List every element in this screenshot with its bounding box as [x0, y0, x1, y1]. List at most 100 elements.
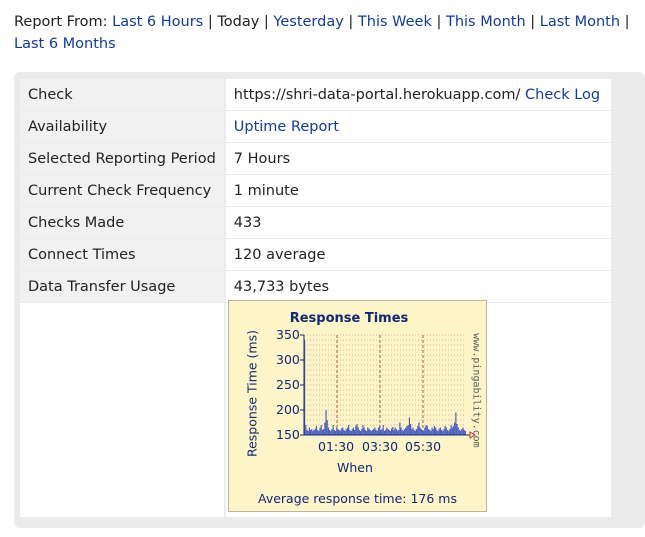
response-bar — [461, 429, 463, 435]
response-bar — [389, 431, 391, 435]
response-bar — [462, 427, 464, 435]
response-bar — [334, 431, 337, 435]
row-label: Checks Made — [20, 207, 224, 239]
response-bar — [435, 427, 437, 435]
check-details-panel: Check https://shri-data-portal.herokuapp… — [14, 72, 645, 528]
response-times-chart: Response Times Response Time (ms) www.pi… — [228, 300, 487, 512]
row-data-transfer: Data Transfer Usage 43,733 bytes — [20, 271, 611, 303]
y-tick-label: 150 — [276, 427, 300, 442]
response-bar — [363, 427, 365, 435]
response-bar — [359, 431, 362, 435]
response-bar — [357, 427, 359, 435]
response-bar — [317, 430, 319, 435]
response-bar — [337, 429, 339, 435]
response-bar — [455, 412, 457, 435]
row-value: 43,733 bytes — [223, 271, 611, 303]
response-bar — [306, 430, 308, 435]
response-bar — [404, 429, 406, 435]
response-bar — [456, 424, 458, 435]
response-bar — [450, 425, 452, 435]
response-bar — [426, 426, 428, 435]
response-bar — [425, 425, 427, 435]
chart-title: Response Times — [289, 311, 409, 326]
response-bar — [440, 430, 443, 435]
response-bar — [330, 431, 332, 435]
response-bar — [318, 431, 320, 435]
response-bar — [374, 427, 376, 435]
response-bar — [377, 427, 380, 435]
response-bar — [420, 429, 422, 435]
row-label: Data Transfer Usage — [20, 271, 224, 303]
y-tick-label: 250 — [276, 377, 300, 392]
response-bar — [407, 425, 409, 435]
x-axis-label: When — [337, 460, 373, 475]
response-bar — [309, 430, 312, 435]
response-bar — [320, 425, 322, 435]
response-bar — [373, 429, 375, 435]
response-bar — [346, 427, 349, 435]
row-availability: Availability Uptime Report — [20, 111, 611, 143]
row-label: Selected Reporting Period — [20, 143, 224, 175]
row-label: Check — [20, 79, 224, 111]
response-bar — [342, 427, 344, 435]
response-bar — [358, 430, 360, 435]
row-value: https://shri-data-portal.herokuapp.com/ … — [223, 79, 611, 111]
response-bar — [457, 427, 459, 435]
response-bar — [376, 431, 378, 435]
link-last-month[interactable]: Last Month — [540, 14, 620, 30]
period-today: Today — [217, 14, 260, 30]
response-bar — [367, 427, 369, 435]
response-bar — [305, 425, 307, 435]
response-bar — [429, 430, 431, 435]
row-connect-times: Connect Times 120 average — [20, 239, 611, 271]
response-bar — [329, 430, 331, 435]
response-bar — [395, 429, 397, 435]
response-bar — [344, 431, 346, 435]
response-bar — [419, 427, 421, 435]
response-bar — [387, 429, 389, 435]
y-tick-label: 350 — [276, 327, 300, 342]
report-period-bar: Report From: Last 6 Hours | Today | Yest… — [14, 11, 639, 55]
link-this-week[interactable]: This Week — [358, 14, 432, 30]
response-bar — [417, 426, 419, 435]
link-yesterday[interactable]: Yesterday — [273, 14, 343, 30]
response-bar — [394, 427, 396, 435]
response-bar — [412, 427, 414, 435]
response-bar — [452, 426, 455, 435]
response-bar — [393, 430, 395, 435]
row-check: Check https://shri-data-portal.herokuapp… — [20, 79, 611, 111]
x-tick-label: 05:30 — [405, 439, 442, 454]
response-bar — [392, 427, 394, 435]
link-last-6-months[interactable]: Last 6 Months — [14, 36, 116, 52]
check-log-link[interactable]: Check Log — [525, 87, 600, 103]
report-from-label: Report From: — [14, 14, 108, 30]
response-bar — [382, 425, 384, 435]
row-label: Availability — [20, 111, 224, 143]
check-url: https://shri-data-portal.herokuapp.com/ — [233, 86, 521, 103]
response-bar — [352, 427, 355, 435]
response-bar — [406, 426, 408, 435]
response-bar — [446, 430, 449, 435]
response-bar — [432, 429, 434, 435]
response-bar — [431, 427, 433, 435]
link-this-month[interactable]: This Month — [446, 14, 526, 30]
response-bar — [458, 430, 461, 435]
response-bar — [427, 429, 430, 435]
response-bar — [340, 428, 343, 435]
response-bar — [380, 430, 382, 435]
uptime-report-link[interactable]: Uptime Report — [234, 119, 339, 135]
response-bar — [350, 431, 352, 435]
response-bar — [424, 427, 426, 435]
response-bar — [307, 431, 309, 435]
response-bar — [365, 431, 368, 435]
empty-cell — [20, 303, 224, 517]
response-bar — [430, 431, 432, 435]
response-bar — [415, 429, 418, 435]
response-bar — [332, 425, 334, 435]
separator: | — [263, 14, 269, 30]
link-last-6-hours[interactable]: Last 6 Hours — [112, 14, 203, 30]
response-bar — [460, 431, 462, 435]
response-bar — [331, 429, 333, 435]
response-bar — [379, 426, 381, 435]
response-bar — [345, 429, 347, 435]
